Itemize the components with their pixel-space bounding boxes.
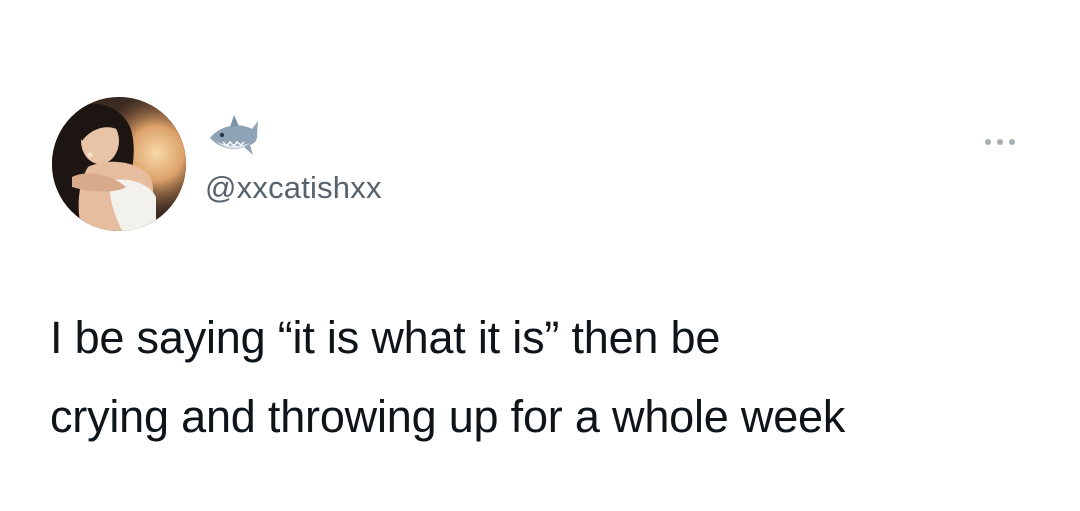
- more-dot: [1009, 139, 1015, 145]
- shark-emoji-icon: [206, 113, 262, 163]
- user-handle[interactable]: @xxcatishxx: [205, 170, 382, 206]
- tweet-card: @xxcatishxx I be saying “it is what it i…: [0, 0, 1080, 511]
- avatar[interactable]: [52, 97, 186, 231]
- more-dot: [985, 139, 991, 145]
- tweet-text-line: crying and throwing up for a whole week: [50, 391, 846, 442]
- more-dot: [997, 139, 1003, 145]
- tweet-text-line: I be saying “it is what it is” then be: [50, 312, 721, 363]
- avatar-photo: [52, 97, 186, 231]
- more-options-button[interactable]: [976, 130, 1024, 154]
- tweet-text: I be saying “it is what it is” then be c…: [50, 298, 1050, 456]
